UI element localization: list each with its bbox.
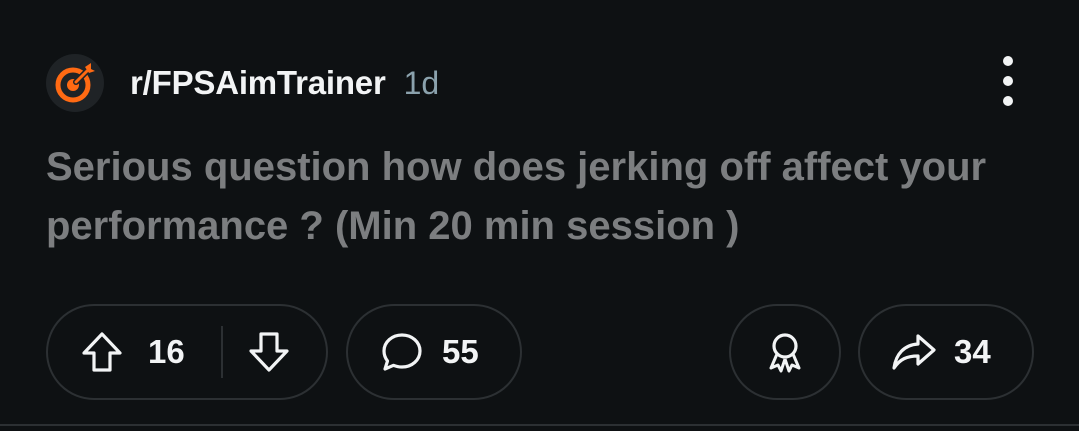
- more-options-button[interactable]: [988, 56, 1028, 106]
- upvote-button[interactable]: [80, 330, 124, 374]
- share-button[interactable]: 34: [858, 304, 1034, 400]
- target-icon: [55, 63, 95, 103]
- arrow-up-icon: [82, 332, 122, 372]
- comment-bubble-icon: [380, 330, 424, 374]
- arrow-down-icon: [249, 332, 289, 372]
- vote-bar: 16: [46, 304, 328, 400]
- subreddit-avatar[interactable]: [46, 54, 104, 112]
- vote-divider: [220, 326, 223, 378]
- comments-button[interactable]: 55: [346, 304, 522, 400]
- post-age: 1d: [403, 64, 440, 101]
- downvote-button[interactable]: [247, 330, 291, 374]
- share-count: 34: [954, 333, 991, 370]
- comment-count: 55: [442, 333, 479, 370]
- post-card[interactable]: r/FPSAimTrainer 1d Serious question how …: [0, 0, 1079, 431]
- post-separator: [0, 424, 1079, 426]
- award-button[interactable]: [729, 304, 841, 400]
- share-arrow-icon: [890, 330, 938, 374]
- subreddit-name[interactable]: r/FPSAimTrainer: [130, 64, 386, 102]
- more-vertical-icon: [1003, 56, 1013, 66]
- upvote-count: 16: [148, 333, 185, 370]
- post-header: r/FPSAimTrainer 1d: [46, 54, 439, 112]
- post-title[interactable]: Serious question how does jerking off af…: [46, 138, 1036, 256]
- award-icon: [763, 330, 807, 374]
